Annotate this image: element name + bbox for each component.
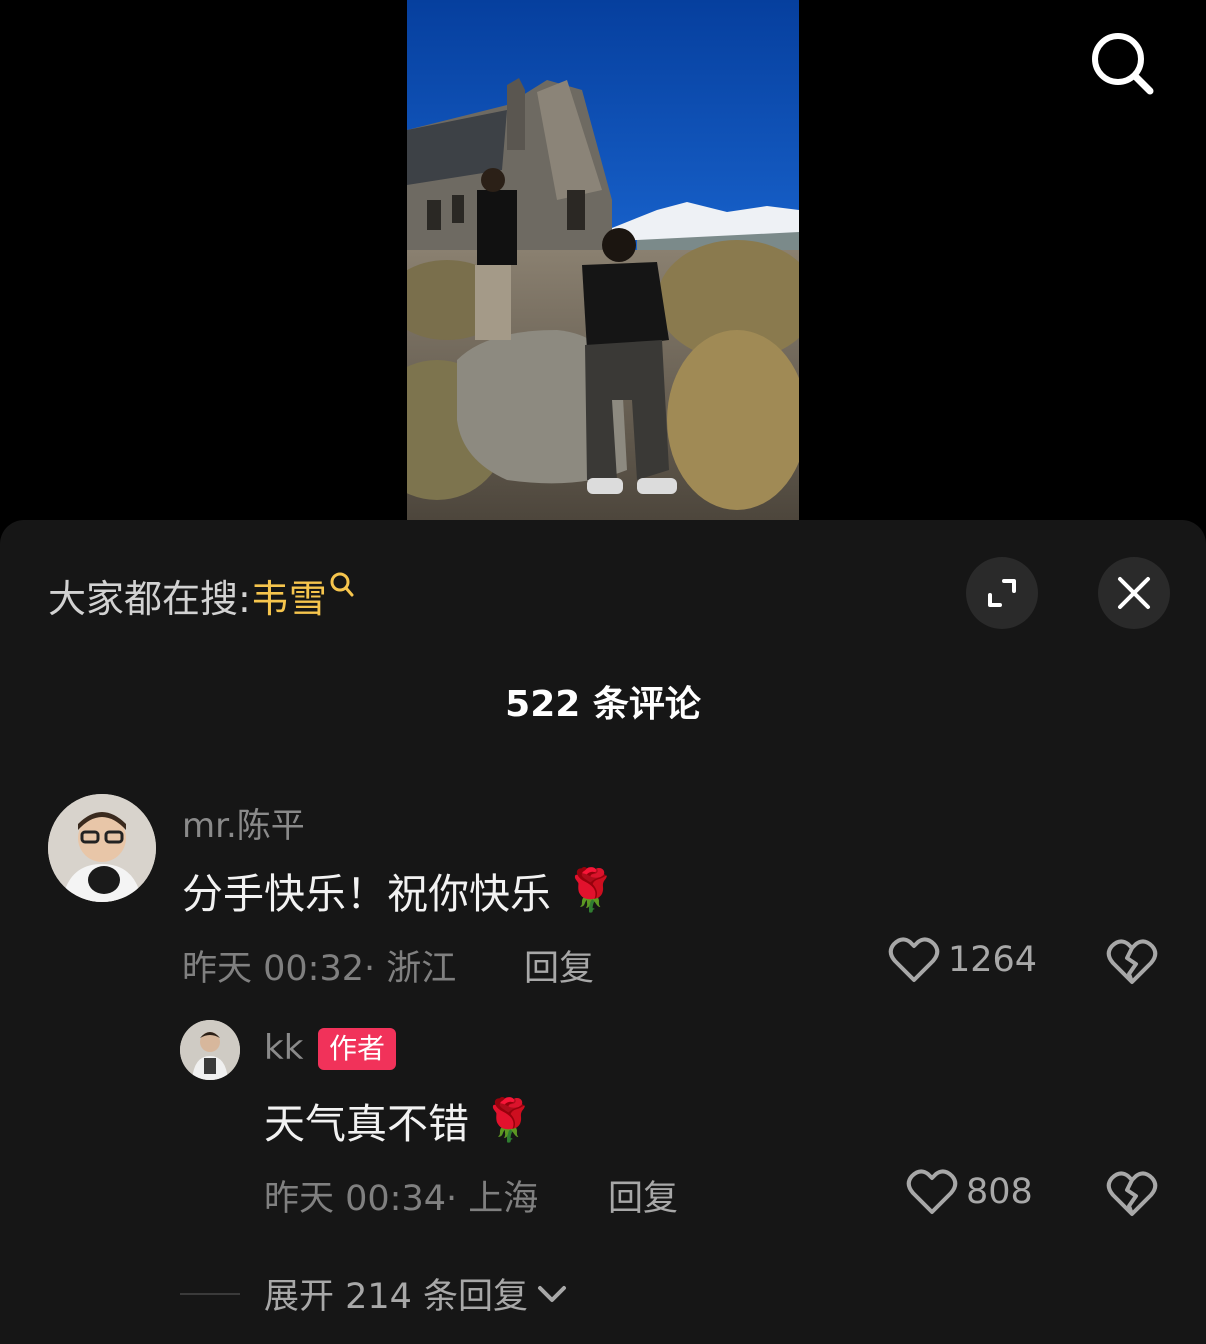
- video-thumbnail: [407, 0, 799, 520]
- app-root: 大家都在搜: 韦雪 522 条评论 mr.陈平 分手快乐！祝你快乐 🌹 昨天 0…: [0, 0, 1206, 1344]
- broken-heart-icon: [1106, 939, 1158, 984]
- reply-button[interactable]: 回复: [524, 940, 594, 991]
- small-search-icon: [329, 566, 355, 597]
- search-icon: [1092, 33, 1154, 95]
- close-button[interactable]: [1098, 557, 1170, 629]
- reply-avatar-image: [180, 1020, 240, 1080]
- avatar[interactable]: [48, 794, 156, 902]
- comment-count: 522 条评论: [505, 684, 701, 725]
- reply-avatar[interactable]: [180, 1020, 240, 1080]
- expand-icon: [988, 579, 1016, 607]
- close-icon: [1118, 577, 1150, 609]
- rose-emoji-icon: 🌹: [483, 1095, 535, 1144]
- reply-text-body: 天气真不错: [264, 1100, 469, 1148]
- comments-sheet: 大家都在搜: 韦雪 522 条评论 mr.陈平 分手快乐！祝你快乐 🌹 昨天 0…: [0, 520, 1206, 1344]
- divider: [180, 1292, 240, 1295]
- video-player[interactable]: [0, 0, 1206, 520]
- avatar-image: [48, 794, 156, 902]
- hot-search-bar[interactable]: 大家都在搜: 韦雪: [48, 568, 355, 622]
- heart-icon: [888, 937, 940, 982]
- hot-search-prefix: 大家都在搜:: [48, 576, 251, 621]
- like-count: 1264: [948, 940, 1038, 980]
- search-button[interactable]: [1082, 24, 1162, 104]
- dislike-button[interactable]: [1106, 938, 1158, 986]
- chevron-down-icon: [538, 1285, 567, 1302]
- reply-meta: 昨天 00:34· 上海: [264, 1179, 539, 1219]
- reply-like-button[interactable]: 808: [906, 1168, 1033, 1216]
- reply-text: 天气真不错 🌹: [264, 1090, 534, 1150]
- video-frame[interactable]: [407, 0, 799, 520]
- broken-heart-icon: [1106, 1171, 1158, 1216]
- reply-reply-button[interactable]: 回复: [608, 1170, 678, 1221]
- comment-text: 分手快乐！祝你快乐 🌹: [182, 860, 616, 920]
- heart-icon: [906, 1169, 958, 1214]
- author-badge: 作者: [318, 1028, 397, 1070]
- comment-username[interactable]: mr.陈平: [182, 798, 305, 847]
- hot-search-term[interactable]: 韦雪: [251, 568, 327, 623]
- like-button[interactable]: 1264: [888, 936, 1037, 984]
- reply-username[interactable]: kk: [264, 1028, 303, 1068]
- reply-dislike-button[interactable]: [1106, 1170, 1158, 1218]
- expand-replies-label: 展开 214 条回复: [264, 1277, 529, 1317]
- comment-meta: 昨天 00:32· 浙江: [182, 949, 457, 989]
- expand-button[interactable]: [966, 557, 1038, 629]
- reply-like-count: 808: [966, 1172, 1033, 1212]
- expand-replies-button[interactable]: 展开 214 条回复: [180, 1268, 570, 1319]
- comment-text-body: 分手快乐！祝你快乐: [182, 870, 551, 918]
- rose-emoji-icon: 🌹: [565, 865, 617, 914]
